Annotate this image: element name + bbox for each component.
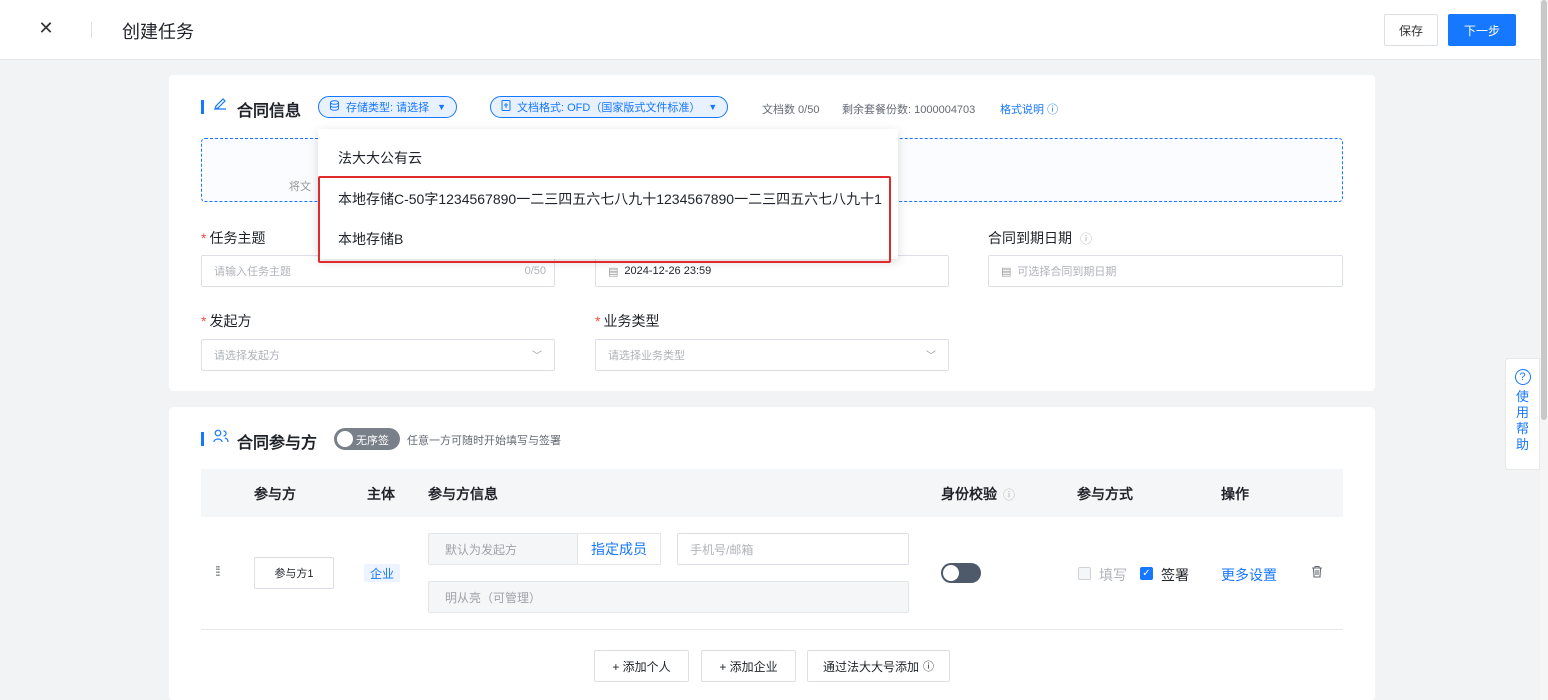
toggle-knob <box>337 431 353 447</box>
row-divider <box>201 629 1343 630</box>
required-asterisk: * <box>201 230 207 246</box>
initiator-placeholder: 请选择发起方 <box>214 350 280 362</box>
next-step-button[interactable]: 下一步 <box>1448 14 1516 46</box>
storage-option-local-b[interactable]: 本地存储B <box>338 229 403 249</box>
doc-count: 文档数 0/50 <box>762 104 820 116</box>
doc-format-select[interactable]: 文档格式: OFD（国家版式文件标准） ▼ <box>490 96 729 118</box>
question-mark-icon: ? <box>1514 369 1531 385</box>
expiry-text: 合同到期日期 <box>988 230 1072 246</box>
col-party: 参与方 <box>254 486 296 502</box>
deadline-value: 2024-12-26 23:59 <box>624 265 712 277</box>
default-initiator-field: 默认为发起方 <box>428 533 578 565</box>
col-identity-check: 身份校验 ⓘ <box>941 484 1015 504</box>
format-help-link[interactable]: 格式说明 ⓘ <box>1000 101 1058 117</box>
info-circle-icon: ⓘ <box>1047 104 1059 116</box>
toggle-knob <box>943 565 959 581</box>
section-accent-bar <box>201 432 204 446</box>
task-subject-placeholder: 请输入任务主题 <box>214 266 291 278</box>
storage-option-public-cloud[interactable]: 法大大公有云 <box>338 148 422 168</box>
task-subject-input[interactable]: 请输入任务主题 0/50 <box>201 255 555 287</box>
col-entity: 主体 <box>367 486 395 502</box>
edit-pen-icon <box>213 97 227 114</box>
add-via-fadada-button[interactable]: 通过法大大号添加 ⓘ <box>807 650 950 682</box>
char-counter: 0/50 <box>524 265 546 277</box>
calendar-icon: ▤ <box>608 265 619 278</box>
chevron-down-icon: ﹀ <box>532 351 542 362</box>
help-side-tab[interactable]: ? 使 用 帮 助 <box>1505 358 1540 470</box>
top-header: ✕ 创建任务 保存 下一步 <box>0 0 1540 60</box>
sign-checkbox[interactable]: ✓ <box>1140 567 1153 580</box>
identity-check-text: 身份校验 <box>941 486 997 502</box>
business-type-select[interactable]: 请选择业务类型 ﹀ <box>595 339 949 371</box>
help-char: 用 <box>1515 405 1529 420</box>
help-char: 助 <box>1515 437 1529 452</box>
header-divider <box>91 22 92 38</box>
info-circle-icon: ⓘ <box>923 661 934 673</box>
col-participation-mode: 参与方式 <box>1077 486 1133 502</box>
signing-order-hint: 任意一方可随时开始填写与签署 <box>407 435 561 447</box>
add-via-fadada-label: 通过法大大号添加 <box>822 659 919 674</box>
storage-option-local-c[interactable]: 本地存储C-50字1234567890一二三四五六七八九十1234567890一… <box>338 189 882 209</box>
task-subject-label: * 任务主题 <box>201 228 265 248</box>
info-circle-icon: ⓘ <box>1003 488 1016 502</box>
expiry-label: 合同到期日期 ⓘ <box>988 228 1092 248</box>
page-scrollbar-thumb[interactable] <box>1541 0 1547 420</box>
signing-order-label: 无序签 <box>356 435 389 447</box>
business-type-label: * 业务类型 <box>595 311 659 331</box>
format-help-label: 格式说明 <box>1000 104 1044 116</box>
business-type-placeholder: 请选择业务类型 <box>608 350 685 362</box>
remaining-quota: 剩余套餐份数: 1000004703 <box>842 104 976 116</box>
business-type-text: 业务类型 <box>603 313 660 329</box>
help-char: 使 <box>1515 389 1529 404</box>
expiry-placeholder: 可选择合同到期日期 <box>1017 266 1117 278</box>
storage-type-label: 存储类型: 请选择 <box>346 102 430 114</box>
entity-type-tag: 企业 <box>364 564 401 582</box>
initiator-select[interactable]: 请选择发起方 ﹀ <box>201 339 555 371</box>
expiry-date-input[interactable]: ▤ 可选择合同到期日期 <box>988 255 1343 287</box>
add-company-button[interactable]: + 添加企业 <box>701 650 796 682</box>
section-accent-bar <box>201 100 204 114</box>
chevron-down-icon: ▼ <box>437 102 447 112</box>
info-circle-icon: ⓘ <box>1080 232 1093 246</box>
phone-email-input[interactable]: 手机号/邮箱 <box>677 533 909 565</box>
contact-placeholder: 手机号/邮箱 <box>690 542 754 557</box>
trash-icon[interactable] <box>1311 565 1323 581</box>
storage-type-select[interactable]: 存储类型: 请选择 ▼ <box>318 96 458 118</box>
more-settings-link[interactable]: 更多设置 <box>1221 565 1277 585</box>
close-icon[interactable]: ✕ <box>36 18 56 40</box>
deadline-datetime-input[interactable]: ▤ 2024-12-26 23:59 <box>595 255 949 287</box>
task-subject-text: 任务主题 <box>209 230 266 246</box>
upload-hint: 将文 <box>289 181 311 193</box>
database-icon <box>329 100 340 114</box>
save-button[interactable]: 保存 <box>1384 14 1438 46</box>
participants-title: 合同参与方 <box>237 435 318 452</box>
fill-label: 填写 <box>1099 567 1127 583</box>
member-field: 明从亮（可管理） <box>428 581 909 613</box>
initiator-text: 发起方 <box>209 313 252 329</box>
users-icon <box>213 429 229 446</box>
assign-member-button[interactable]: 指定成员 <box>577 533 661 565</box>
col-actions: 操作 <box>1221 486 1249 502</box>
help-char: 帮 <box>1515 421 1529 436</box>
initiator-label: * 发起方 <box>201 311 251 331</box>
doc-format-label: 文档格式: OFD（国家版式文件标准） <box>517 102 701 114</box>
drag-handle-icon[interactable]: ⁞⁞ <box>215 563 221 579</box>
required-asterisk: * <box>595 313 601 329</box>
add-person-button[interactable]: + 添加个人 <box>594 650 689 682</box>
fill-checkbox[interactable] <box>1078 567 1091 580</box>
chevron-down-icon: ▼ <box>708 102 718 112</box>
calendar-icon: ▤ <box>1001 265 1012 278</box>
document-icon <box>501 100 511 114</box>
sign-label: 签署 <box>1161 567 1189 583</box>
page-title: 创建任务 <box>122 22 194 42</box>
col-party-info: 参与方信息 <box>428 486 498 502</box>
party-name-field[interactable]: 参与方1 <box>254 557 334 589</box>
chevron-down-icon: ﹀ <box>926 351 936 362</box>
required-asterisk: * <box>201 313 207 329</box>
contract-info-title: 合同信息 <box>237 103 302 120</box>
